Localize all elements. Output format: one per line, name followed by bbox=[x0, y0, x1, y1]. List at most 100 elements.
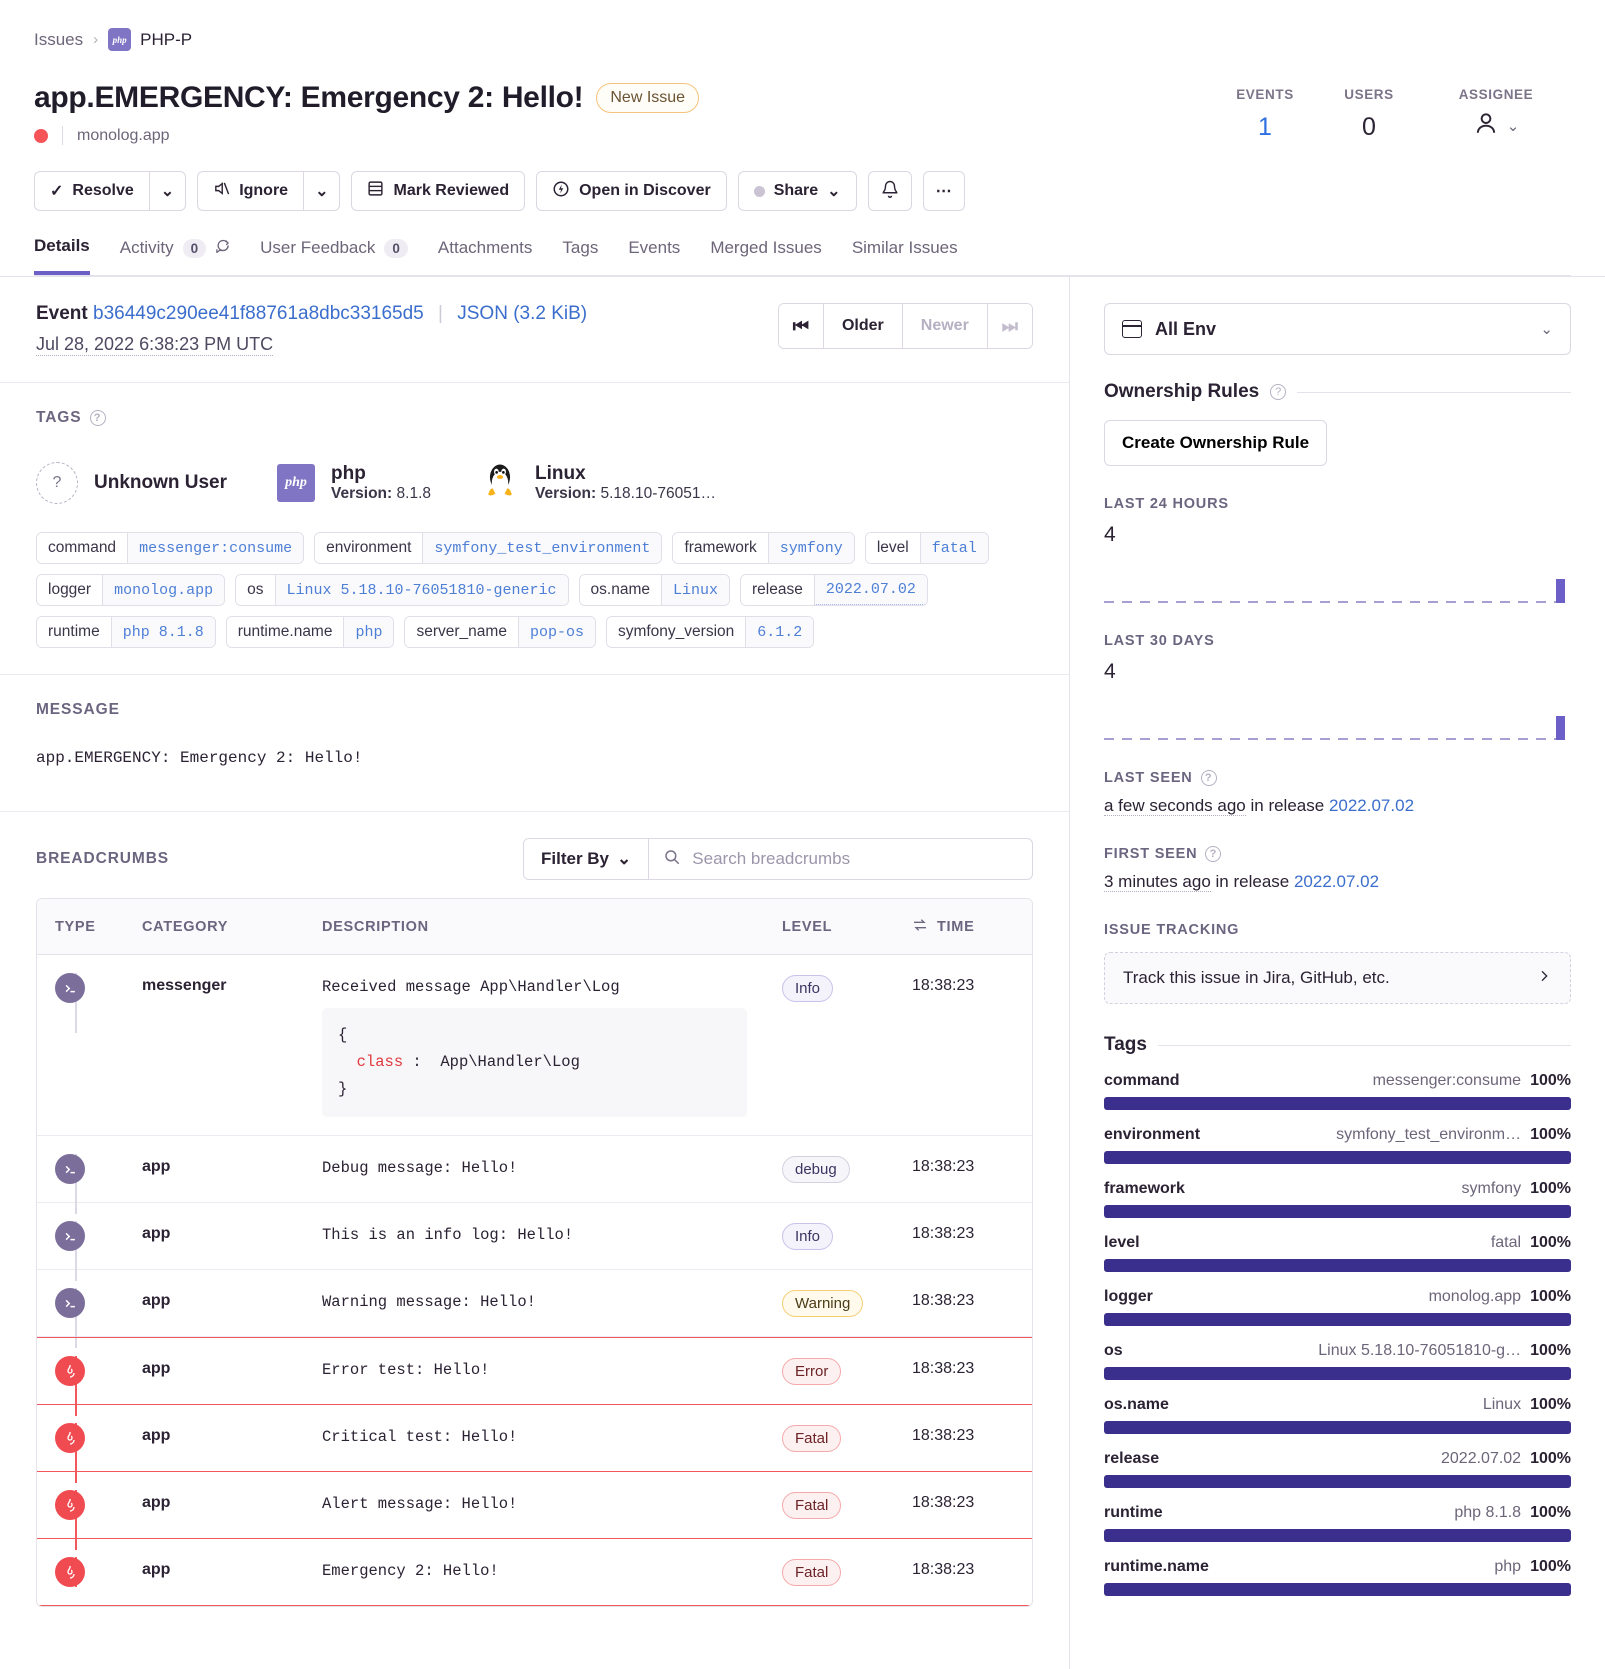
tag-pill[interactable]: logger monolog.app bbox=[36, 574, 226, 606]
table-row[interactable]: app Warning message: Hello! Warning 18:38:2… bbox=[37, 1270, 1032, 1349]
oldest-event-button[interactable]: ⏮ bbox=[778, 304, 824, 348]
sidebar-tag-row[interactable]: framework symfony 100% bbox=[1104, 1180, 1571, 1218]
tag-pill-value[interactable]: Linux bbox=[661, 575, 730, 605]
tag-pill-value[interactable]: messenger:consume bbox=[127, 533, 304, 563]
tab-events[interactable]: Events bbox=[628, 238, 680, 273]
newest-event-button[interactable]: ⏭ bbox=[987, 304, 1032, 348]
tag-pill[interactable]: runtime php 8.1.8 bbox=[36, 616, 216, 648]
tag-pill[interactable]: release 2022.07.02 bbox=[740, 574, 928, 606]
sidebar-tag-row[interactable]: runtime.name php 100% bbox=[1104, 1558, 1571, 1596]
breadcrumb-time: 18:38:23 bbox=[912, 1427, 975, 1445]
resolve-button[interactable]: ✓ Resolve bbox=[34, 171, 149, 211]
breadcrumb-issues-link[interactable]: Issues bbox=[34, 30, 83, 50]
environment-selector[interactable]: All Env ⌄ bbox=[1104, 303, 1571, 355]
tag-pill-value[interactable]: symfony_test_environment bbox=[422, 533, 662, 563]
sidebar-tag-value[interactable]: php bbox=[1494, 1558, 1521, 1576]
first-seen-release-link[interactable]: 2022.07.02 bbox=[1294, 872, 1379, 891]
table-row[interactable]: app Error test: Hello! Error 18:38:23 bbox=[37, 1337, 1032, 1417]
assignee-selector[interactable]: ⌄ bbox=[1421, 110, 1571, 141]
mark-reviewed-button[interactable]: Mark Reviewed bbox=[351, 171, 526, 211]
help-icon[interactable]: ? bbox=[89, 410, 106, 426]
tab-attachments[interactable]: Attachments bbox=[438, 238, 533, 273]
tab-merged-issues[interactable]: Merged Issues bbox=[710, 238, 822, 273]
ignore-dropdown-button[interactable]: ⌄ bbox=[303, 171, 341, 211]
newer-event-button[interactable]: Newer bbox=[902, 304, 988, 348]
table-row[interactable]: app Critical test: Hello! Fatal 18:38:23 bbox=[37, 1405, 1032, 1484]
tag-pill-value[interactable]: 6.1.2 bbox=[745, 617, 814, 647]
sidebar-tag-row[interactable]: os Linux 5.18.10-76051810-g… 100% bbox=[1104, 1342, 1571, 1380]
sidebar-tag-row[interactable]: environment symfony_test_environm… 100% bbox=[1104, 1126, 1571, 1164]
sidebar-tag-value[interactable]: php 8.1.8 bbox=[1454, 1504, 1521, 1522]
sidebar-tag-row[interactable]: runtime php 8.1.8 100% bbox=[1104, 1504, 1571, 1542]
table-row[interactable]: app This is an info log: Hello! Info 18:38:… bbox=[37, 1203, 1032, 1282]
sidebar-tag-row[interactable]: logger monolog.app 100% bbox=[1104, 1288, 1571, 1326]
tab-user-feedback[interactable]: User Feedback 0 bbox=[260, 238, 408, 273]
more-actions-button[interactable]: ⋯ bbox=[922, 171, 965, 211]
events-value[interactable]: 1 bbox=[1213, 113, 1317, 142]
share-button[interactable]: Share ⌄ bbox=[737, 171, 857, 211]
resolve-dropdown-button[interactable]: ⌄ bbox=[148, 171, 187, 211]
tab-details[interactable]: Details bbox=[34, 236, 90, 275]
older-event-button[interactable]: Older bbox=[823, 304, 903, 348]
tag-summary-linux[interactable]: Linux Version: 5.18.10-76051… bbox=[481, 459, 716, 506]
table-row[interactable]: messenger Received message App\Handler\Lo… bbox=[37, 955, 1032, 1137]
tag-summary-php[interactable]: php php Version: 8.1.8 bbox=[277, 463, 431, 503]
breadcrumb-code-block: { class : App\Handler\Log} bbox=[322, 1008, 747, 1118]
help-icon[interactable]: ? bbox=[1200, 770, 1217, 786]
tab-similar-issues[interactable]: Similar Issues bbox=[852, 238, 958, 273]
tag-pill[interactable]: os.name Linux bbox=[578, 574, 731, 606]
sidebar-tag-value[interactable]: fatal bbox=[1491, 1234, 1521, 1252]
breadcrumb-project[interactable]: php PHP-P bbox=[108, 28, 192, 51]
tab-tags[interactable]: Tags bbox=[562, 238, 598, 273]
table-row[interactable]: app Emergency 2: Hello! Fatal 18:38:23 bbox=[37, 1539, 1032, 1607]
ignore-button[interactable]: Ignore bbox=[197, 171, 304, 211]
table-row[interactable]: app Debug message: Hello! debug 18:38:23 bbox=[37, 1136, 1032, 1215]
sidebar-tag-value[interactable]: symfony_test_environm… bbox=[1336, 1126, 1521, 1144]
search-breadcrumbs-input[interactable] bbox=[692, 849, 1018, 869]
tag-pill-value[interactable]: monolog.app bbox=[102, 575, 225, 605]
sidebar-tag-value[interactable]: symfony bbox=[1462, 1180, 1522, 1198]
tag-pill[interactable]: symfony_version 6.1.2 bbox=[605, 616, 815, 648]
column-header-time[interactable]: TIME bbox=[912, 918, 1032, 936]
chevron-down-icon: ⌄ bbox=[315, 183, 329, 200]
event-json-link[interactable]: JSON (3.2 KiB) bbox=[457, 303, 587, 324]
tag-summary-user[interactable]: ? Unknown User bbox=[36, 461, 227, 504]
last-30-days-label: LAST 30 DAYS bbox=[1104, 633, 1215, 649]
tag-pill[interactable]: environment symfony_test_environment bbox=[314, 532, 663, 564]
column-header-type: TYPE bbox=[55, 918, 96, 935]
sidebar-tag-value[interactable]: messenger:consume bbox=[1373, 1072, 1522, 1090]
tag-pill-value[interactable]: Linux 5.18.10-76051810-generic bbox=[274, 575, 568, 605]
tag-pill-value[interactable]: symfony bbox=[767, 533, 854, 563]
filter-by-button[interactable]: Filter By ⌄ bbox=[524, 839, 650, 879]
issue-tracking-cta[interactable]: Track this issue in Jira, GitHub, etc. bbox=[1104, 952, 1571, 1004]
last-seen-release-link[interactable]: 2022.07.02 bbox=[1329, 796, 1414, 815]
subscribe-button[interactable] bbox=[867, 171, 912, 211]
sidebar-tag-row[interactable]: os.name Linux 100% bbox=[1104, 1396, 1571, 1434]
tag-pill-value[interactable]: php bbox=[343, 617, 394, 647]
sidebar-tag-row[interactable]: command messenger:consume 100% bbox=[1104, 1072, 1571, 1110]
tag-pill[interactable]: framework symfony bbox=[672, 532, 855, 564]
table-row[interactable]: app Alert message: Hello! Fatal 18:38:23 bbox=[37, 1472, 1032, 1551]
tag-pill[interactable]: server_name pop-os bbox=[404, 616, 596, 648]
tag-pill[interactable]: runtime.name php bbox=[225, 616, 395, 648]
help-icon[interactable]: ? bbox=[1270, 384, 1287, 400]
create-ownership-rule-button[interactable]: Create Ownership Rule bbox=[1104, 420, 1328, 466]
tag-pill-value[interactable]: pop-os bbox=[517, 617, 595, 647]
tag-pill[interactable]: command messenger:consume bbox=[36, 532, 305, 564]
sidebar-tag-row[interactable]: release 2022.07.02 100% bbox=[1104, 1450, 1571, 1488]
tag-pill-value[interactable]: 2022.07.02 bbox=[813, 575, 927, 605]
event-id-link[interactable]: b36449c290ee41f88761a8dbc33165d5 bbox=[93, 303, 424, 324]
sidebar-tag-value[interactable]: Linux 5.18.10-76051810-g… bbox=[1318, 1342, 1521, 1360]
tag-pill[interactable]: level fatal bbox=[864, 532, 989, 564]
tag-pill-value[interactable]: php 8.1.8 bbox=[110, 617, 215, 647]
sidebar-tag-value[interactable]: 2022.07.02 bbox=[1441, 1450, 1521, 1468]
sidebar-tag-value[interactable]: monolog.app bbox=[1429, 1288, 1522, 1306]
open-in-discover-button[interactable]: Open in Discover bbox=[536, 171, 727, 211]
users-value[interactable]: 0 bbox=[1317, 113, 1421, 142]
tag-pill-value[interactable]: fatal bbox=[919, 533, 988, 563]
sidebar-tag-row[interactable]: level fatal 100% bbox=[1104, 1234, 1571, 1272]
sidebar-tag-value[interactable]: Linux bbox=[1483, 1396, 1521, 1414]
tag-pill[interactable]: os Linux 5.18.10-76051810-generic bbox=[235, 574, 569, 606]
tab-activity[interactable]: Activity 0 bbox=[120, 238, 230, 273]
help-icon[interactable]: ? bbox=[1205, 846, 1222, 862]
